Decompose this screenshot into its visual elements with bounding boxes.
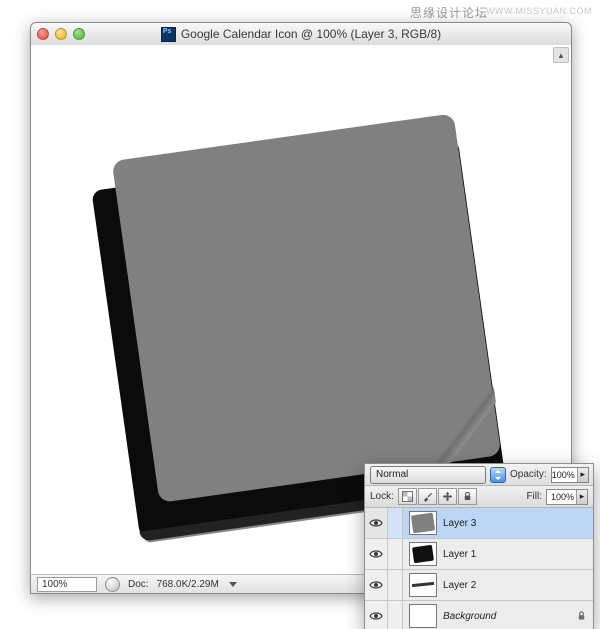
layer-thumbnail[interactable] bbox=[409, 542, 437, 566]
blend-mode-select[interactable]: Normal bbox=[370, 466, 486, 484]
window-controls bbox=[37, 28, 85, 40]
layers-panel: Normal Opacity: 100% ▸ Lock: Fill: bbox=[364, 463, 594, 629]
visibility-eye-icon bbox=[369, 580, 383, 590]
layer-row[interactable]: Layer 2 bbox=[365, 570, 593, 601]
minimize-button[interactable] bbox=[55, 28, 67, 40]
layer-link-column[interactable] bbox=[388, 570, 403, 600]
layer-thumbnail[interactable] bbox=[409, 573, 437, 597]
layer-name[interactable]: Layer 3 bbox=[443, 518, 476, 529]
layer-visibility-toggle[interactable] bbox=[365, 539, 388, 569]
fill-label: Fill: bbox=[526, 491, 542, 502]
opacity-label: Opacity: bbox=[510, 469, 547, 480]
lock-all-button[interactable] bbox=[458, 488, 477, 505]
lock-transparency-button[interactable] bbox=[398, 488, 417, 505]
layer-visibility-toggle[interactable] bbox=[365, 601, 388, 629]
move-icon bbox=[442, 491, 453, 502]
blend-mode-stepper-icon[interactable] bbox=[490, 467, 506, 483]
calendar-front-page bbox=[112, 113, 502, 503]
zoom-button[interactable] bbox=[73, 28, 85, 40]
layer-thumbnail[interactable] bbox=[409, 604, 437, 628]
layer-name[interactable]: Layer 1 bbox=[443, 549, 476, 560]
chevron-right-icon[interactable]: ▸ bbox=[577, 468, 588, 482]
layer-link-column[interactable] bbox=[388, 539, 403, 569]
visibility-eye-icon bbox=[369, 549, 383, 559]
window-title: Google Calendar Icon @ 100% (Layer 3, RG… bbox=[31, 27, 571, 42]
watermark-en: WWW.MISSYUAN.COM bbox=[486, 6, 592, 16]
window-title-text: Google Calendar Icon @ 100% (Layer 3, RG… bbox=[181, 27, 441, 41]
layer-name[interactable]: Background bbox=[443, 611, 496, 622]
opacity-field[interactable]: 100% ▸ bbox=[551, 467, 589, 483]
chevron-right-icon[interactable]: ▸ bbox=[576, 490, 587, 504]
layer-row[interactable]: Layer 1 bbox=[365, 539, 593, 570]
layer-link-column[interactable] bbox=[388, 508, 403, 538]
zoom-level-field[interactable]: 100% bbox=[37, 577, 97, 592]
lock-icon bbox=[462, 491, 473, 502]
lock-pixels-button[interactable] bbox=[418, 488, 437, 505]
visibility-eye-icon bbox=[369, 518, 383, 528]
lock-label: Lock: bbox=[370, 491, 394, 502]
lock-button-group bbox=[398, 488, 477, 505]
watermark-cn: 思缘设计论坛 bbox=[410, 4, 488, 21]
status-menu-icon[interactable] bbox=[105, 577, 120, 592]
layer-row[interactable]: Background bbox=[365, 601, 593, 629]
layer-visibility-toggle[interactable] bbox=[365, 570, 388, 600]
checker-icon bbox=[402, 491, 413, 502]
layer-thumbnail[interactable] bbox=[409, 511, 437, 535]
layer-name[interactable]: Layer 2 bbox=[443, 580, 476, 591]
blend-mode-value: Normal bbox=[376, 469, 408, 480]
opacity-value: 100% bbox=[552, 470, 577, 480]
close-button[interactable] bbox=[37, 28, 49, 40]
brush-icon bbox=[422, 491, 433, 502]
lock-icon bbox=[576, 611, 587, 622]
window-titlebar[interactable]: Google Calendar Icon @ 100% (Layer 3, RG… bbox=[31, 23, 571, 46]
chevron-right-icon[interactable] bbox=[229, 582, 237, 587]
doc-size-label: Doc: bbox=[128, 579, 149, 590]
scroll-up-button[interactable]: ▲ bbox=[553, 47, 569, 63]
layer-visibility-toggle[interactable] bbox=[365, 508, 388, 538]
layer-list: Layer 3 Layer 1 Layer 2 Background bbox=[365, 508, 593, 629]
visibility-eye-icon bbox=[369, 611, 383, 621]
fill-field[interactable]: 100% ▸ bbox=[546, 489, 588, 505]
layer-row[interactable]: Layer 3 bbox=[365, 508, 593, 539]
layers-panel-lock-row: Lock: Fill: 100% ▸ bbox=[365, 486, 593, 508]
photoshop-file-icon bbox=[161, 27, 176, 42]
layer-link-column[interactable] bbox=[388, 601, 403, 629]
fill-value: 100% bbox=[547, 492, 576, 502]
lock-position-button[interactable] bbox=[438, 488, 457, 505]
layers-panel-options-row: Normal Opacity: 100% ▸ bbox=[365, 464, 593, 486]
doc-size-value: 768.0K/2.29M bbox=[157, 579, 219, 590]
